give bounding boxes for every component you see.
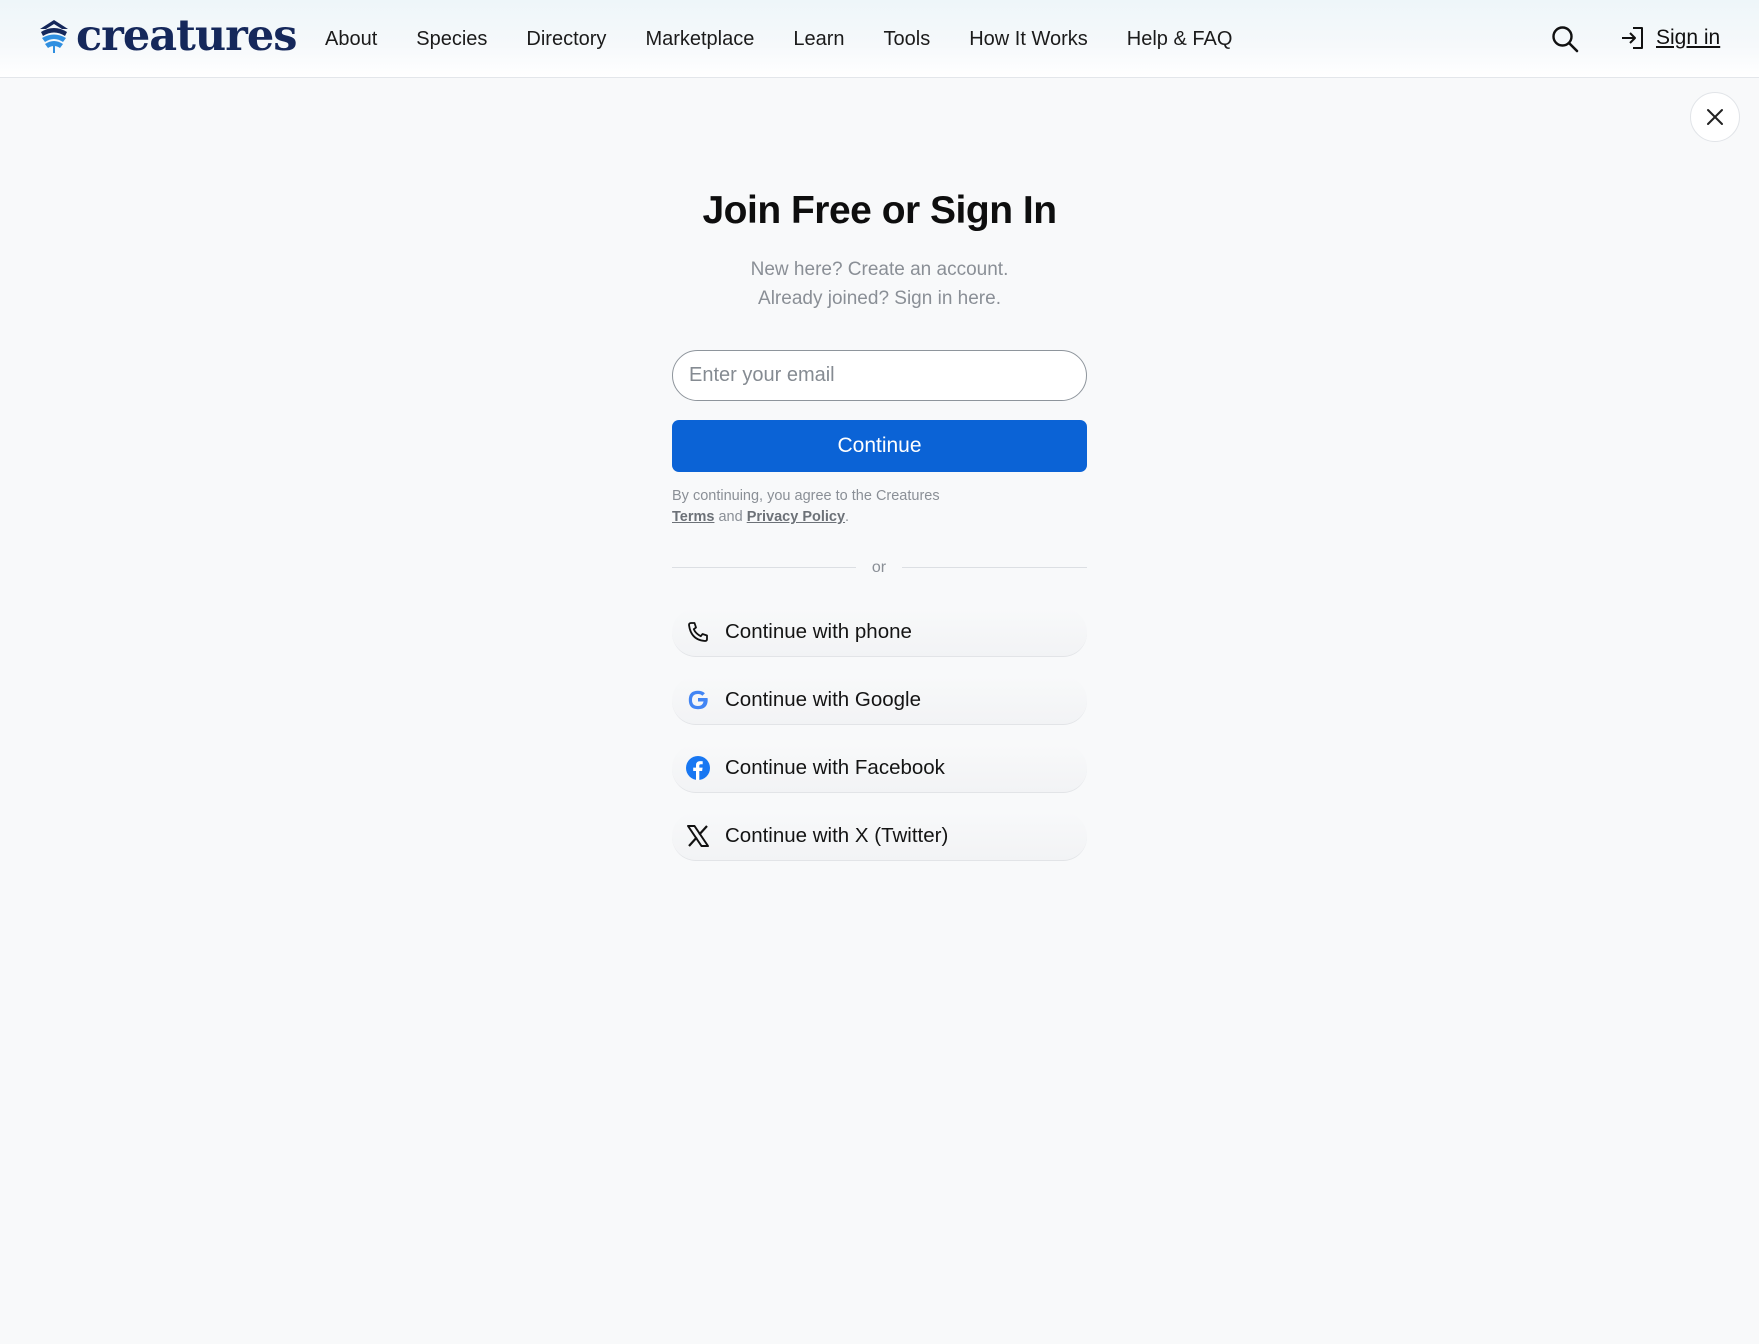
- continue-button[interactable]: Continue: [672, 420, 1087, 472]
- search-button[interactable]: [1551, 25, 1579, 53]
- terms-link[interactable]: Terms: [672, 509, 714, 525]
- legal-and: and: [714, 509, 747, 525]
- nav-item-species[interactable]: Species: [416, 24, 487, 54]
- nav-item-marketplace[interactable]: Marketplace: [645, 24, 754, 54]
- sign-in-label: Sign in: [1656, 26, 1721, 49]
- close-icon: [1707, 109, 1723, 125]
- subtitle-line-2: Already joined? Sign in here.: [758, 288, 1001, 309]
- social-button-label: Continue with X (Twitter): [725, 824, 949, 847]
- continue-with-phone-button[interactable]: Continue with phone: [672, 608, 1087, 657]
- nav-item-learn[interactable]: Learn: [793, 24, 844, 54]
- continue-with-x-button[interactable]: Continue with X (Twitter): [672, 812, 1087, 861]
- google-icon: [685, 687, 711, 713]
- creatures-logo[interactable]: creatures: [38, 11, 297, 61]
- privacy-policy-link[interactable]: Privacy Policy: [747, 509, 845, 525]
- phone-icon: [685, 619, 711, 645]
- social-button-label: Continue with Facebook: [725, 756, 945, 779]
- page-title: Join Free or Sign In: [702, 189, 1057, 232]
- facebook-icon: [685, 755, 711, 781]
- nav-item-directory[interactable]: Directory: [526, 24, 606, 54]
- social-button-label: Continue with phone: [725, 620, 912, 643]
- top-navigation-bar: creatures About Species Directory Market…: [0, 0, 1759, 78]
- logo-mark-icon: [40, 20, 68, 53]
- sign-in-link[interactable]: Sign in: [1620, 25, 1720, 51]
- nav-item-tools[interactable]: Tools: [884, 24, 931, 54]
- nav-item-about[interactable]: About: [325, 24, 377, 54]
- sign-in-panel: Join Free or Sign In New here? Create an…: [672, 180, 1087, 861]
- brand-name: creatures: [76, 11, 297, 61]
- subtitle: New here? Create an account. Already joi…: [672, 255, 1087, 313]
- close-button[interactable]: [1690, 92, 1740, 142]
- social-button-label: Continue with Google: [725, 688, 922, 711]
- or-divider: or: [672, 555, 1087, 581]
- legal-notice: By continuing, you agree to the Creature…: [672, 486, 972, 528]
- divider-text: or: [856, 555, 902, 581]
- continue-with-google-button[interactable]: Continue with Google: [672, 676, 1087, 725]
- sign-in-icon: [1622, 27, 1643, 49]
- subtitle-line-1: New here? Create an account.: [750, 259, 1009, 280]
- legal-prefix: By continuing, you agree to the Creature…: [672, 488, 940, 504]
- x-twitter-icon: [685, 823, 711, 849]
- main-nav: About Species Directory Marketplace Lear…: [325, 24, 1271, 54]
- continue-with-facebook-button[interactable]: Continue with Facebook: [672, 744, 1087, 793]
- email-field[interactable]: [672, 350, 1087, 401]
- legal-suffix: .: [845, 509, 850, 525]
- nav-item-how-it-works[interactable]: How It Works: [969, 24, 1088, 54]
- search-icon: [1552, 26, 1579, 53]
- nav-item-help-faq[interactable]: Help & FAQ: [1127, 24, 1233, 54]
